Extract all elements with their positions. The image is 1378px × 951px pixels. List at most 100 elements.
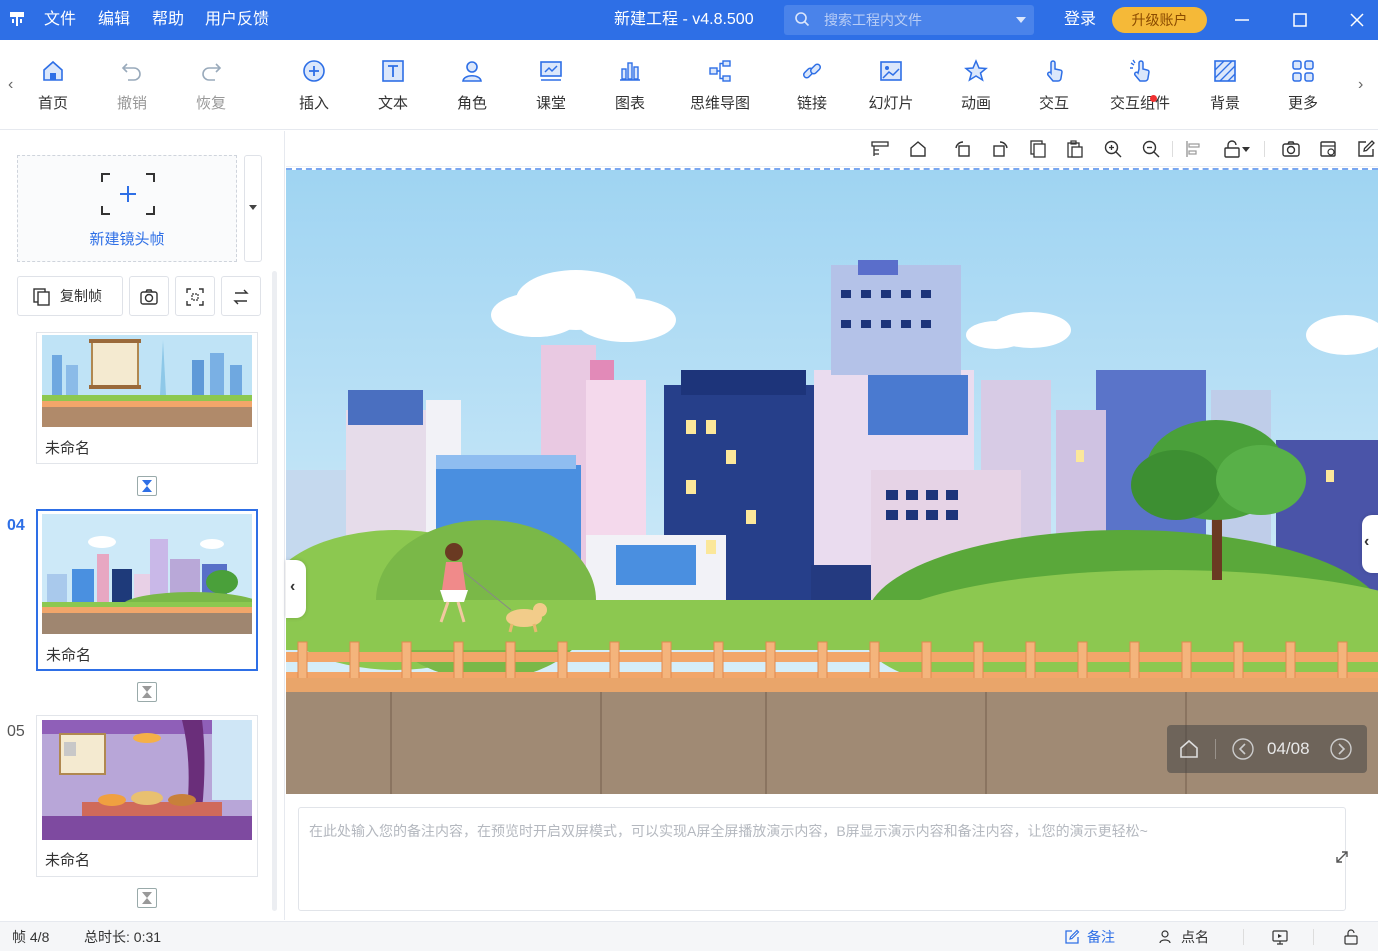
menu-edit[interactable]: 编辑 <box>98 0 130 40</box>
text-icon <box>382 60 404 82</box>
search-dropdown-icon[interactable] <box>1016 17 1026 23</box>
transition-icon[interactable] <box>137 682 157 702</box>
minimize-icon[interactable] <box>1230 8 1254 32</box>
new-frame-dropdown[interactable] <box>244 155 262 262</box>
paste-icon[interactable] <box>1065 139 1085 159</box>
tool-classroom[interactable]: 课堂 <box>511 58 591 118</box>
expand-right-panel-button[interactable]: ‹ <box>1362 515 1378 573</box>
new-frame-label: 新建镜头帧 <box>89 231 165 248</box>
frame-list-scrollbar[interactable] <box>272 271 277 911</box>
tool-interactive-component[interactable]: 交互组件 <box>1100 58 1180 118</box>
home-view-icon[interactable] <box>908 139 928 159</box>
tool-slide[interactable]: 幻灯片 <box>851 58 931 118</box>
screenshot-frame-button[interactable] <box>129 276 169 316</box>
frame-name: 未命名 <box>45 852 91 869</box>
copy-frame-button[interactable]: 复制帧 <box>17 276 123 316</box>
hand-icon <box>1046 60 1063 82</box>
menu-help[interactable]: 帮助 <box>152 0 184 40</box>
lock-dropdown-icon[interactable] <box>1240 139 1252 159</box>
tool-redo[interactable]: 恢复 <box>171 58 251 118</box>
tool-home[interactable]: 首页 <box>13 58 93 118</box>
pager-text: 04/08 <box>1267 739 1310 758</box>
camera-icon <box>140 289 158 305</box>
menu-file[interactable]: 文件 <box>44 0 76 40</box>
title-bar: 文件 编辑 帮助 用户反馈 新建工程 - v4.8.500 搜索工程内文件 登录… <box>0 0 1378 40</box>
tool-label: 更多 <box>1287 95 1318 112</box>
align-icon[interactable] <box>1184 139 1204 159</box>
toolbar-divider <box>1264 141 1265 157</box>
notes-panel: 在此处输入您的备注内容，在预览时开启双屏模式，可以实现A屏全屏播放演示内容，B屏… <box>286 795 1378 920</box>
tool-undo[interactable]: 撤销 <box>92 58 172 118</box>
transition-icon[interactable] <box>137 888 157 908</box>
search-icon <box>795 12 810 27</box>
tool-label: 交互组件 <box>1109 95 1170 112</box>
tool-label: 角色 <box>456 95 487 112</box>
zoom-out-icon[interactable] <box>1141 139 1161 159</box>
toolbar-scroll-right-icon[interactable]: › <box>1358 76 1363 94</box>
tool-chart[interactable]: 图表 <box>590 58 670 118</box>
tool-interact[interactable]: 交互 <box>1014 58 1094 118</box>
total-duration: 总时长: 0:31 <box>84 929 162 945</box>
tool-label: 幻灯片 <box>868 95 914 112</box>
tool-more[interactable]: 更多 <box>1263 58 1343 118</box>
tool-background[interactable]: 背景 <box>1185 58 1265 118</box>
mindmap-icon <box>709 60 731 82</box>
close-icon[interactable] <box>1345 8 1369 32</box>
edit-icon[interactable] <box>1356 139 1376 159</box>
frame-thumbnail[interactable]: 未命名 <box>36 332 258 464</box>
home-icon[interactable] <box>1177 737 1201 761</box>
maximize-icon[interactable] <box>1288 8 1312 32</box>
layout-icon[interactable] <box>870 139 890 159</box>
copy-icon[interactable] <box>1028 139 1048 159</box>
rollcall-button[interactable]: 点名 <box>1181 922 1209 951</box>
tool-mindmap[interactable]: 思维导图 <box>680 58 760 118</box>
frame-thumbnail[interactable]: 未命名 <box>36 715 258 877</box>
rotate-left-icon[interactable] <box>953 139 973 159</box>
new-frame-button[interactable]: 新建镜头帧 <box>17 155 237 262</box>
frame-preview-image <box>42 335 252 427</box>
tool-character[interactable]: 角色 <box>432 58 512 118</box>
tool-label: 文本 <box>377 95 408 112</box>
chevron-down-icon <box>249 205 257 210</box>
frame-preview-image <box>42 720 252 840</box>
status-divider <box>1313 929 1314 945</box>
canvas-stage[interactable] <box>286 168 1378 794</box>
swap-icon <box>233 289 249 305</box>
switch-frame-button[interactable] <box>221 276 261 316</box>
frame-number: 05 <box>7 723 25 740</box>
next-frame-icon[interactable] <box>1329 737 1353 761</box>
undo-icon <box>121 63 141 81</box>
interactive-component-icon <box>1130 59 1150 82</box>
status-bar: 帧 4/8 总时长: 0:31 备注 点名 <box>0 921 1378 951</box>
previous-frame-icon[interactable] <box>1231 737 1255 761</box>
search-placeholder: 搜索工程内文件 <box>824 12 922 28</box>
record-icon[interactable] <box>1318 139 1338 159</box>
frame-thumbnail-active[interactable]: 未命名 <box>36 509 258 671</box>
rollcall-icon <box>1159 930 1171 944</box>
lock-icon[interactable] <box>1222 139 1242 159</box>
search-input[interactable]: 搜索工程内文件 <box>784 5 1034 35</box>
tool-animation[interactable]: 动画 <box>936 58 1016 118</box>
expand-icon[interactable] <box>1334 849 1350 865</box>
zoom-in-icon[interactable] <box>1103 139 1123 159</box>
tool-text[interactable]: 文本 <box>353 58 433 118</box>
tool-label: 首页 <box>37 95 68 112</box>
collapse-left-panel-button[interactable]: ‹ <box>286 560 306 618</box>
notes-edit-icon <box>1065 929 1080 944</box>
camera-icon[interactable] <box>1281 139 1301 159</box>
plus-circle-icon <box>303 60 325 82</box>
rotate-right-icon[interactable] <box>990 139 1010 159</box>
notes-textarea[interactable]: 在此处输入您的备注内容，在预览时开启双屏模式，可以实现A屏全屏播放演示内容，B屏… <box>298 807 1346 911</box>
tool-link[interactable]: 链接 <box>772 58 852 118</box>
unlock-icon[interactable] <box>1343 929 1359 945</box>
frame-pager: 04/08 <box>1167 725 1367 773</box>
tool-insert[interactable]: 插入 <box>274 58 354 118</box>
screen-icon[interactable] <box>1272 929 1288 945</box>
transition-icon[interactable] <box>137 476 157 496</box>
upgrade-button[interactable]: 升级账户 <box>1112 7 1207 33</box>
toolbar-divider <box>1172 141 1173 157</box>
menu-feedback[interactable]: 用户反馈 <box>205 0 269 40</box>
fit-frame-button[interactable] <box>175 276 215 316</box>
login-button[interactable]: 登录 <box>1064 0 1096 40</box>
notes-toggle-button[interactable]: 备注 <box>1087 922 1115 951</box>
